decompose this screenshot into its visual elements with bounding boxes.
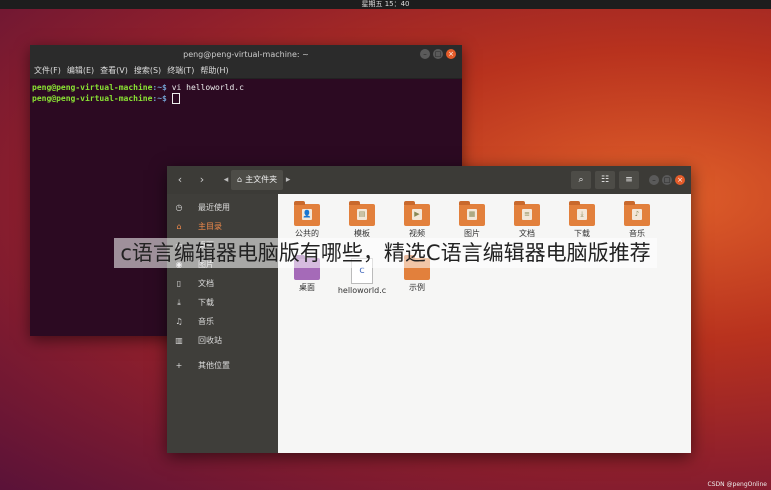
menu-button[interactable]: ≡ bbox=[619, 171, 639, 189]
file-item[interactable]: ≡ 文档 bbox=[502, 201, 552, 239]
download-icon: ⤓ bbox=[177, 297, 181, 307]
maximize-button[interactable]: □ bbox=[662, 175, 672, 185]
folder-icon: ♪ bbox=[624, 201, 650, 226]
prompt-path: :~$ bbox=[152, 94, 167, 103]
folder-emblem-icon: ♪ bbox=[632, 209, 642, 220]
sidebar-item[interactable]: ⌂ 主目录 bbox=[167, 217, 278, 236]
sidebar-item[interactable]: ▥ 回收站 bbox=[167, 331, 278, 350]
menu-file[interactable]: 文件(F) bbox=[34, 64, 61, 78]
path-left-arrow-icon[interactable]: ◂ bbox=[221, 175, 231, 185]
path-bar: ◂ ⌂ 主文件夹 ▸ bbox=[221, 170, 293, 190]
minimize-button[interactable]: – bbox=[649, 175, 659, 185]
sidebar-item-label: 最近使用 bbox=[198, 203, 230, 212]
path-right-arrow-icon[interactable]: ▸ bbox=[283, 175, 293, 185]
close-button[interactable]: × bbox=[446, 49, 456, 59]
sidebar-item-label: 回收站 bbox=[198, 336, 222, 345]
terminal-titlebar[interactable]: peng@peng-virtual-machine: ~ – □ × bbox=[30, 45, 462, 64]
trash-icon: ▥ bbox=[175, 336, 183, 345]
document-icon: ▯ bbox=[176, 279, 182, 288]
sidebar-item[interactable]: ◷ 最近使用 bbox=[167, 198, 278, 217]
hamburger-icon: ≡ bbox=[625, 175, 633, 185]
list-view-icon: ☷ bbox=[600, 175, 610, 185]
prompt-user: peng@peng-virtual-machine bbox=[32, 83, 153, 92]
sidebar-item-label: 其他位置 bbox=[198, 361, 230, 370]
file-name: 桌面 bbox=[299, 283, 315, 292]
text-cursor bbox=[171, 93, 180, 104]
folder-emblem-icon: ▶ bbox=[412, 209, 422, 220]
close-button[interactable]: × bbox=[675, 175, 685, 185]
clock[interactable]: 星期五 15：40 bbox=[361, 0, 409, 8]
forward-button[interactable]: › bbox=[193, 171, 211, 189]
plus-icon: + bbox=[175, 361, 183, 370]
menu-edit[interactable]: 编辑(E) bbox=[67, 64, 94, 78]
sidebar-item-label: 文档 bbox=[198, 279, 214, 288]
sidebar-item-label: 音乐 bbox=[198, 317, 214, 326]
folder-icon: ▤ bbox=[349, 201, 375, 226]
view-options-button[interactable]: ☷ bbox=[595, 171, 615, 189]
minimize-button[interactable]: – bbox=[420, 49, 430, 59]
home-icon: ⌂ bbox=[176, 222, 182, 231]
overlay-caption: c语言编辑器电脑版有哪些，精选C语言编辑器电脑版推荐 bbox=[0, 236, 771, 270]
home-icon: ⌂ bbox=[237, 175, 243, 184]
chevron-left-icon: ‹ bbox=[177, 173, 183, 186]
file-item[interactable]: 👤 公共的 bbox=[282, 201, 332, 239]
chevron-right-icon: › bbox=[199, 173, 205, 186]
music-icon: ♫ bbox=[175, 317, 183, 326]
folder-emblem-icon: ▦ bbox=[467, 209, 477, 220]
folder-icon: ≡ bbox=[514, 201, 540, 226]
watermark: CSDN @pengOnline bbox=[707, 481, 767, 488]
path-label: 主文件夹 bbox=[245, 175, 278, 184]
file-name: helloworld.c bbox=[337, 286, 387, 295]
terminal-title: peng@peng-virtual-machine: ~ bbox=[183, 50, 309, 59]
folder-icon: ⤓ bbox=[569, 201, 595, 226]
folder-emblem-icon: ≡ bbox=[522, 209, 532, 220]
clock-icon: ◷ bbox=[175, 203, 183, 212]
maximize-button[interactable]: □ bbox=[433, 49, 443, 59]
file-item[interactable]: ▶ 视频 bbox=[392, 201, 442, 239]
file-item[interactable]: ▦ 图片 bbox=[447, 201, 497, 239]
sidebar-item-label: 下载 bbox=[198, 298, 214, 307]
folder-emblem-icon: ⤓ bbox=[577, 209, 587, 220]
caption-text: c语言编辑器电脑版有哪些，精选C语言编辑器电脑版推荐 bbox=[114, 238, 657, 268]
file-grid: 👤 公共的 ▤ 模板 ▶ 视频 ▦ 图片 ≡ 文档 ⤓ 下载 ♪ 音乐 桌面 c helloworld.c 示例 bbox=[278, 194, 691, 453]
menu-search[interactable]: 搜索(S) bbox=[134, 64, 161, 78]
terminal-menubar: 文件(F) 编辑(E) 查看(V) 搜索(S) 终端(T) 帮助(H) bbox=[30, 64, 462, 79]
file-item[interactable]: ▤ 模板 bbox=[337, 201, 387, 239]
file-manager-headerbar[interactable]: ‹ › ◂ ⌂ 主文件夹 ▸ ⌕ ☷ ≡ – □ × bbox=[167, 166, 691, 194]
terminal-line: peng@peng-virtual-machine:~$ vi hellowor… bbox=[32, 82, 460, 93]
command-text: vi helloworld.c bbox=[166, 83, 244, 92]
top-panel: 星期五 15：40 bbox=[0, 0, 771, 9]
menu-help[interactable]: 帮助(H) bbox=[200, 64, 228, 78]
folder-emblem-icon: ▤ bbox=[357, 209, 367, 220]
sidebar-item-label: 主目录 bbox=[198, 222, 222, 231]
prompt-user: peng@peng-virtual-machine bbox=[32, 94, 153, 103]
sidebar-item[interactable]: ▯ 文档 bbox=[167, 274, 278, 293]
back-button[interactable]: ‹ bbox=[171, 171, 189, 189]
path-home-button[interactable]: ⌂ 主文件夹 bbox=[231, 170, 284, 190]
file-item[interactable]: ⤓ 下载 bbox=[557, 201, 607, 239]
file-manager-window[interactable]: ‹ › ◂ ⌂ 主文件夹 ▸ ⌕ ☷ ≡ – □ × ◷最近使用⌂主目录▭桌面◉… bbox=[167, 166, 691, 453]
sidebar-item[interactable]: ♫ 音乐 bbox=[167, 312, 278, 331]
terminal-line: peng@peng-virtual-machine:~$ bbox=[32, 93, 460, 104]
menu-terminal[interactable]: 终端(T) bbox=[167, 64, 194, 78]
search-icon: ⌕ bbox=[578, 175, 584, 185]
folder-icon: ▶ bbox=[404, 201, 430, 226]
folder-emblem-icon: 👤 bbox=[302, 209, 312, 220]
file-name: 示例 bbox=[409, 283, 425, 292]
folder-icon: ▦ bbox=[459, 201, 485, 226]
places-sidebar: ◷最近使用⌂主目录▭桌面◉图片▯文档⤓下载♫音乐▥回收站+其他位置 bbox=[167, 194, 278, 453]
menu-view[interactable]: 查看(V) bbox=[100, 64, 128, 78]
terminal-output[interactable]: peng@peng-virtual-machine:~$ vi hellowor… bbox=[30, 79, 462, 107]
folder-icon: 👤 bbox=[294, 201, 320, 226]
file-item[interactable]: ♪ 音乐 bbox=[612, 201, 662, 239]
search-button[interactable]: ⌕ bbox=[571, 171, 591, 189]
sidebar-item[interactable]: ⤓ 下载 bbox=[167, 293, 278, 312]
prompt-path: :~$ bbox=[152, 83, 167, 92]
sidebar-item[interactable]: + 其他位置 bbox=[167, 356, 278, 375]
